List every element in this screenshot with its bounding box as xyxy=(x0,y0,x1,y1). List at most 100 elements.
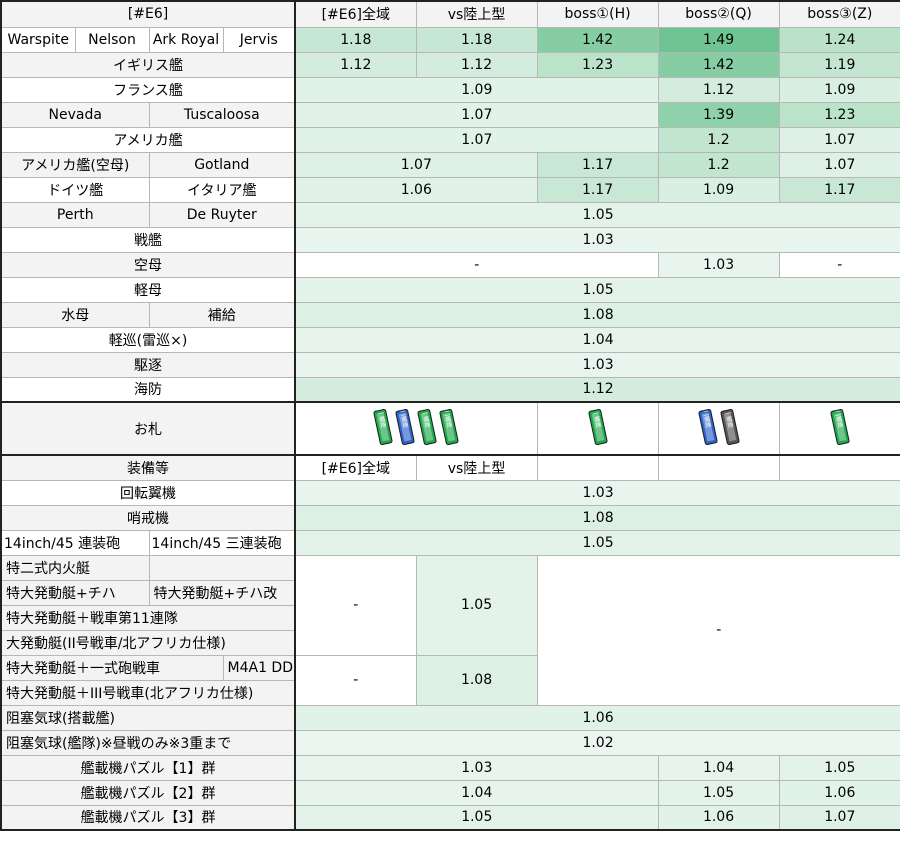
equip-row: 艦載機パズル【2】群 1.04 1.05 1.06 xyxy=(0,779,900,806)
value-cell: 1.17 xyxy=(536,176,659,203)
ship-row: ドイツ艦 イタリア艦 1.06 1.17 1.09 1.17 xyxy=(0,176,900,203)
value-cell: 1.07 xyxy=(294,101,659,128)
value-cell: 1.42 xyxy=(536,26,659,53)
value-cell: 1.05 xyxy=(294,529,900,556)
equip-col-empty xyxy=(657,454,780,481)
value-cell: 1.03 xyxy=(294,226,900,253)
ofuda-cell-boss-q: 第二艦隊 第一艦隊 xyxy=(657,401,780,456)
value-cell: 1.05 xyxy=(294,804,659,831)
ship-name: アメリカ艦(空母) xyxy=(0,151,150,178)
value-cell: 1.18 xyxy=(294,26,417,53)
value-cell: 1.04 xyxy=(657,754,780,781)
ofuda-tag-icon: 第一艦隊 xyxy=(588,407,608,445)
value-cell: - xyxy=(294,654,417,706)
equip-name: 艦載機パズル【3】群 xyxy=(0,804,297,831)
ship-row: 軽母 1.05 xyxy=(0,276,900,303)
value-cell: 1.12 xyxy=(657,76,780,103)
ship-name: 空母 xyxy=(0,251,297,278)
equip-row: 艦載機パズル【1】群 1.03 1.04 1.05 xyxy=(0,754,900,781)
value-cell: 1.05 xyxy=(294,201,900,228)
value-cell: 1.05 xyxy=(294,276,900,303)
ship-name: 補給 xyxy=(148,301,297,328)
equip-row: 回転翼機 1.03 xyxy=(0,479,900,506)
value-cell: 1.08 xyxy=(415,654,538,706)
equip-name: 特大発動艇+チハ xyxy=(0,579,150,606)
equip-col-empty xyxy=(778,454,900,481)
value-cell: 1.23 xyxy=(536,51,659,78)
equip-name: 艦載機パズル【2】群 xyxy=(0,779,297,806)
value-cell: 1.18 xyxy=(415,26,538,53)
value-cell: 1.49 xyxy=(657,26,780,53)
ship-row: Warspite Nelson Ark Royal Jervis 1.18 1.… xyxy=(0,26,900,53)
ship-name: Ark Royal xyxy=(148,26,224,53)
ofuda-tag-icon: 第二艦隊 xyxy=(830,407,850,445)
ship-row: 水母 補給 1.08 xyxy=(0,301,900,328)
ofuda-tag-icon: 第二艦隊 xyxy=(698,407,718,445)
equip-row: 阻塞気球(搭載艦) 1.06 xyxy=(0,704,900,731)
equip-name: 特二式内火艇 xyxy=(0,554,150,581)
value-cell: 1.05 xyxy=(415,554,538,656)
ship-name: Nelson xyxy=(74,26,150,53)
value-cell: 1.24 xyxy=(778,26,900,53)
ship-row: 空母 - 1.03 - xyxy=(0,251,900,278)
value-cell: - xyxy=(536,554,900,706)
equip-row: 特二式内火艇 - 1.05 - xyxy=(0,554,900,706)
ofuda-tag-icon: 第一艦隊 xyxy=(373,407,393,445)
equip-name: 特大発動艇＋戦車第11連隊 xyxy=(0,604,297,631)
equip-name: 14inch/45 三連装砲 xyxy=(148,529,297,556)
ship-name: Nevada xyxy=(0,101,150,128)
value-cell: 1.06 xyxy=(657,804,780,831)
equip-name: 特大発動艇＋III号戦車(北アフリカ仕様) xyxy=(0,679,297,706)
ship-name: Gotland xyxy=(148,151,297,178)
value-cell: 1.17 xyxy=(778,176,900,203)
value-cell: 1.06 xyxy=(778,779,900,806)
value-cell: 1.07 xyxy=(778,804,900,831)
equip-row: 艦載機パズル【3】群 1.05 1.06 1.07 xyxy=(0,804,900,831)
equip-name: 艦載機パズル【1】群 xyxy=(0,754,297,781)
equip-name: 大発動艇(II号戦車/北アフリカ仕様) xyxy=(0,629,297,656)
ship-name: ドイツ艦 xyxy=(0,176,150,203)
value-cell: 1.03 xyxy=(657,251,780,278)
value-cell: 1.04 xyxy=(294,326,900,353)
equip-col-all: [#E6]全域 xyxy=(294,454,417,481)
value-cell: 1.08 xyxy=(294,504,900,531)
value-cell: 1.12 xyxy=(415,51,538,78)
equip-name: 特大発動艇＋一式砲戦車 xyxy=(0,654,224,681)
value-cell: 1.42 xyxy=(657,51,780,78)
ofuda-tag-icon: 第一艦隊 xyxy=(417,407,437,445)
value-cell: 1.12 xyxy=(294,51,417,78)
value-cell: - xyxy=(294,251,659,278)
value-cell: 1.19 xyxy=(778,51,900,78)
equip-name xyxy=(148,554,297,581)
ship-row: アメリカ艦(空母) Gotland 1.07 1.17 1.2 1.07 xyxy=(0,151,900,178)
ship-name: イギリス艦 xyxy=(0,51,297,78)
ship-name: Warspite xyxy=(0,26,76,53)
equip-name: 回転翼機 xyxy=(0,479,297,506)
equip-name: 哨戒機 xyxy=(0,504,297,531)
ofuda-tag-icon: 第二艦隊 xyxy=(395,407,415,445)
value-cell: 1.09 xyxy=(657,176,780,203)
ship-row: イギリス艦 1.12 1.12 1.23 1.42 1.19 xyxy=(0,51,900,78)
equip-col-empty xyxy=(536,454,659,481)
ofuda-row: お札 第一艦隊 第二艦隊 第一艦隊 第二艦隊 第一艦隊 第二艦隊 第一艦隊 第二艦隊 xyxy=(0,401,900,456)
equip-col-land: vs陸上型 xyxy=(415,454,538,481)
equip-row: 14inch/45 連装砲 14inch/45 三連装砲 1.05 xyxy=(0,529,900,556)
col-header-boss-h: boss①(H) xyxy=(536,0,659,28)
ofuda-tag-icon: 第二艦隊 xyxy=(439,407,459,445)
value-cell: 1.07 xyxy=(778,126,900,153)
value-cell: 1.07 xyxy=(294,126,659,153)
ofuda-cell-all: 第一艦隊 第二艦隊 第一艦隊 第二艦隊 xyxy=(294,401,538,456)
equip-name: 阻塞気球(艦隊)※昼戦のみ※3重まで xyxy=(0,729,297,756)
corner-cell: [#E6] xyxy=(0,0,297,28)
ofuda-cell-boss-h: 第一艦隊 xyxy=(536,401,659,456)
ship-name: 戦艦 xyxy=(0,226,297,253)
equip-row: 阻塞気球(艦隊)※昼戦のみ※3重まで 1.02 xyxy=(0,729,900,756)
ship-name: フランス艦 xyxy=(0,76,297,103)
value-cell: 1.09 xyxy=(294,76,659,103)
value-cell: 1.05 xyxy=(657,779,780,806)
value-cell: 1.17 xyxy=(536,151,659,178)
value-cell: 1.2 xyxy=(657,151,780,178)
ship-row: 戦艦 1.03 xyxy=(0,226,900,253)
ofuda-tag-icon: 第一艦隊 xyxy=(720,407,740,445)
value-cell: 1.03 xyxy=(294,479,900,506)
